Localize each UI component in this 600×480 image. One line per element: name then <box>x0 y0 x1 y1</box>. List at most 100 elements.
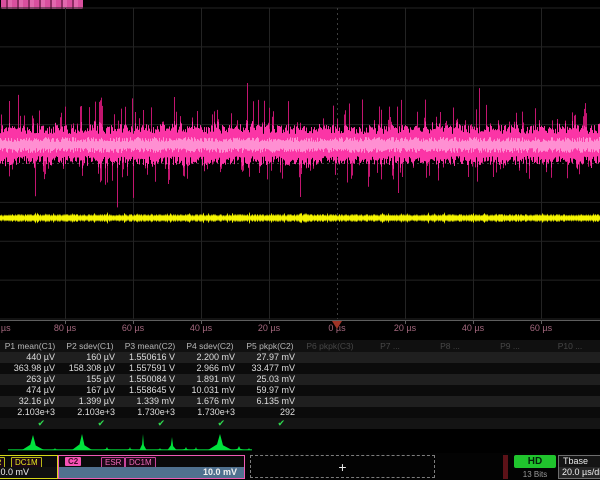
meas-status-check: ✔ <box>120 418 180 429</box>
axis-tick-label: 100 µs <box>0 323 19 333</box>
meas-value-cell <box>540 396 600 407</box>
meas-header-p6[interactable]: P6 pkpk(C3) <box>300 340 360 352</box>
histicon-peak <box>72 434 92 450</box>
meas-value-cell <box>300 407 360 418</box>
meas-value-cell <box>420 396 480 407</box>
meas-value-cell <box>480 385 540 396</box>
meas-status-check: ✔ <box>60 418 120 429</box>
meas-value-cell <box>360 374 420 385</box>
meas-value-cell <box>420 407 480 418</box>
meas-value-cell: 1.550084 V <box>120 374 180 385</box>
meas-header-p5[interactable]: P5 pkpk(C2) <box>240 340 300 352</box>
axis-tick-label: 60 µs <box>111 323 155 333</box>
waveform-grid <box>0 0 600 338</box>
meas-header-p9[interactable]: P9 ... <box>480 340 540 352</box>
meas-value-cell: 292 <box>240 407 300 418</box>
meas-value-cell <box>420 374 480 385</box>
meas-value-cell: 27.97 mV <box>240 352 300 363</box>
axis-tick-label: 80 µs <box>43 323 87 333</box>
meas-value-cell <box>360 385 420 396</box>
trace-c1 <box>1 213 600 224</box>
c2-vertical-scale: 10.0 mV <box>59 467 244 478</box>
histicon-peak <box>140 434 147 450</box>
meas-value-cell: 363.98 µV <box>0 363 60 374</box>
hidden-descriptor-edge <box>503 455 508 479</box>
meas-header-p8[interactable]: P8 ... <box>420 340 480 352</box>
meas-value-cell <box>480 396 540 407</box>
meas-value-cell: 158.308 µV <box>60 363 120 374</box>
meas-header-p4[interactable]: P4 sdev(C2) <box>180 340 240 352</box>
measurement-table: P1 mean(C1)P2 sdev(C1)P3 mean(C2)P4 sdev… <box>0 340 600 429</box>
meas-value-cell: 1.558645 V <box>120 385 180 396</box>
axis-tick-label: 20 µs <box>247 323 291 333</box>
meas-value-cell: 32.16 µV <box>0 396 60 407</box>
meas-header-p2[interactable]: P2 sdev(C1) <box>60 340 120 352</box>
meas-value-cell <box>300 352 360 363</box>
meas-value-cell <box>360 352 420 363</box>
add-trace-button[interactable]: + <box>250 455 435 478</box>
meas-value-cell: 1.730e+3 <box>180 407 240 418</box>
descriptor-bar: C1 ESR DC1M 10.0 mV C2 ESR DC1M 10.0 mV … <box>0 453 600 480</box>
oscilloscope-screen: 100 µs80 µs60 µs40 µs20 µs0 µs20 µs40 µs… <box>0 0 600 480</box>
timebase-descriptor[interactable]: Tbase 20.0 µs/div <box>558 455 600 479</box>
histicon-peak <box>168 437 177 450</box>
timebase-value: 20.0 µs/div <box>559 467 600 478</box>
meas-value-cell <box>540 385 600 396</box>
meas-value-cell <box>420 352 480 363</box>
meas-status-check: ✔ <box>240 418 300 429</box>
meas-value-cell <box>360 407 420 418</box>
meas-value-cell <box>300 374 360 385</box>
meas-value-cell <box>480 352 540 363</box>
meas-value-cell: 263 µV <box>0 374 60 385</box>
meas-value-cell: 167 µV <box>60 385 120 396</box>
meas-value-cell: 1.891 mV <box>180 374 240 385</box>
meas-value-cell: 160 µV <box>60 352 120 363</box>
meas-value-cell: 25.03 mV <box>240 374 300 385</box>
measurement-histicons[interactable] <box>0 430 600 452</box>
channel-c1-descriptor[interactable]: C1 ESR DC1M 10.0 mV <box>0 455 58 479</box>
meas-status-check <box>540 418 600 429</box>
axis-tick-label: 40 µs <box>451 323 495 333</box>
meas-value-cell: 2.103e+3 <box>60 407 120 418</box>
meas-header-p7[interactable]: P7 ... <box>360 340 420 352</box>
trace-c2 <box>1 83 600 207</box>
meas-value-cell <box>420 363 480 374</box>
meas-value-cell: 474 µV <box>0 385 60 396</box>
meas-value-cell: 1.557591 V <box>120 363 180 374</box>
c2-channel-badge: C2 <box>65 457 81 466</box>
meas-status-check <box>480 418 540 429</box>
timebase-title: Tbase <box>559 456 600 467</box>
meas-value-cell <box>540 363 600 374</box>
meas-status-check: ✔ <box>0 418 60 429</box>
meas-header-p1[interactable]: P1 mean(C1) <box>0 340 60 352</box>
meas-status-check <box>420 418 480 429</box>
meas-value-cell: 155 µV <box>60 374 120 385</box>
axis-tick-label: 60 µs <box>519 323 563 333</box>
meas-value-cell: 1.730e+3 <box>120 407 180 418</box>
c1-vertical-scale: 10.0 mV <box>0 467 57 478</box>
axis-tick-label: 40 µs <box>179 323 223 333</box>
meas-value-cell: 1.550616 V <box>120 352 180 363</box>
meas-value-cell <box>420 385 480 396</box>
hd-mode-badge[interactable]: HD <box>514 455 556 468</box>
histicon-peak <box>22 435 44 450</box>
meas-status-check <box>300 418 360 429</box>
meas-value-cell: 1.399 µV <box>60 396 120 407</box>
meas-value-cell <box>540 352 600 363</box>
trigger-position-marker[interactable] <box>332 321 342 329</box>
meas-value-cell <box>540 407 600 418</box>
meas-value-cell <box>480 363 540 374</box>
meas-value-cell: 59.97 mV <box>240 385 300 396</box>
channel-c2-descriptor[interactable]: C2 ESR DC1M 10.0 mV <box>58 455 245 479</box>
axis-tick-label: 20 µs <box>383 323 427 333</box>
meas-header-p3[interactable]: P3 mean(C2) <box>120 340 180 352</box>
meas-header-p10[interactable]: P10 ... <box>540 340 600 352</box>
histicon-peak <box>208 434 232 450</box>
meas-value-cell <box>300 396 360 407</box>
meas-value-cell: 440 µV <box>0 352 60 363</box>
meas-value-cell <box>480 374 540 385</box>
meas-value-cell: 6.135 mV <box>240 396 300 407</box>
meas-value-cell: 2.966 mV <box>180 363 240 374</box>
meas-value-cell: 2.200 mV <box>180 352 240 363</box>
meas-value-cell <box>540 374 600 385</box>
